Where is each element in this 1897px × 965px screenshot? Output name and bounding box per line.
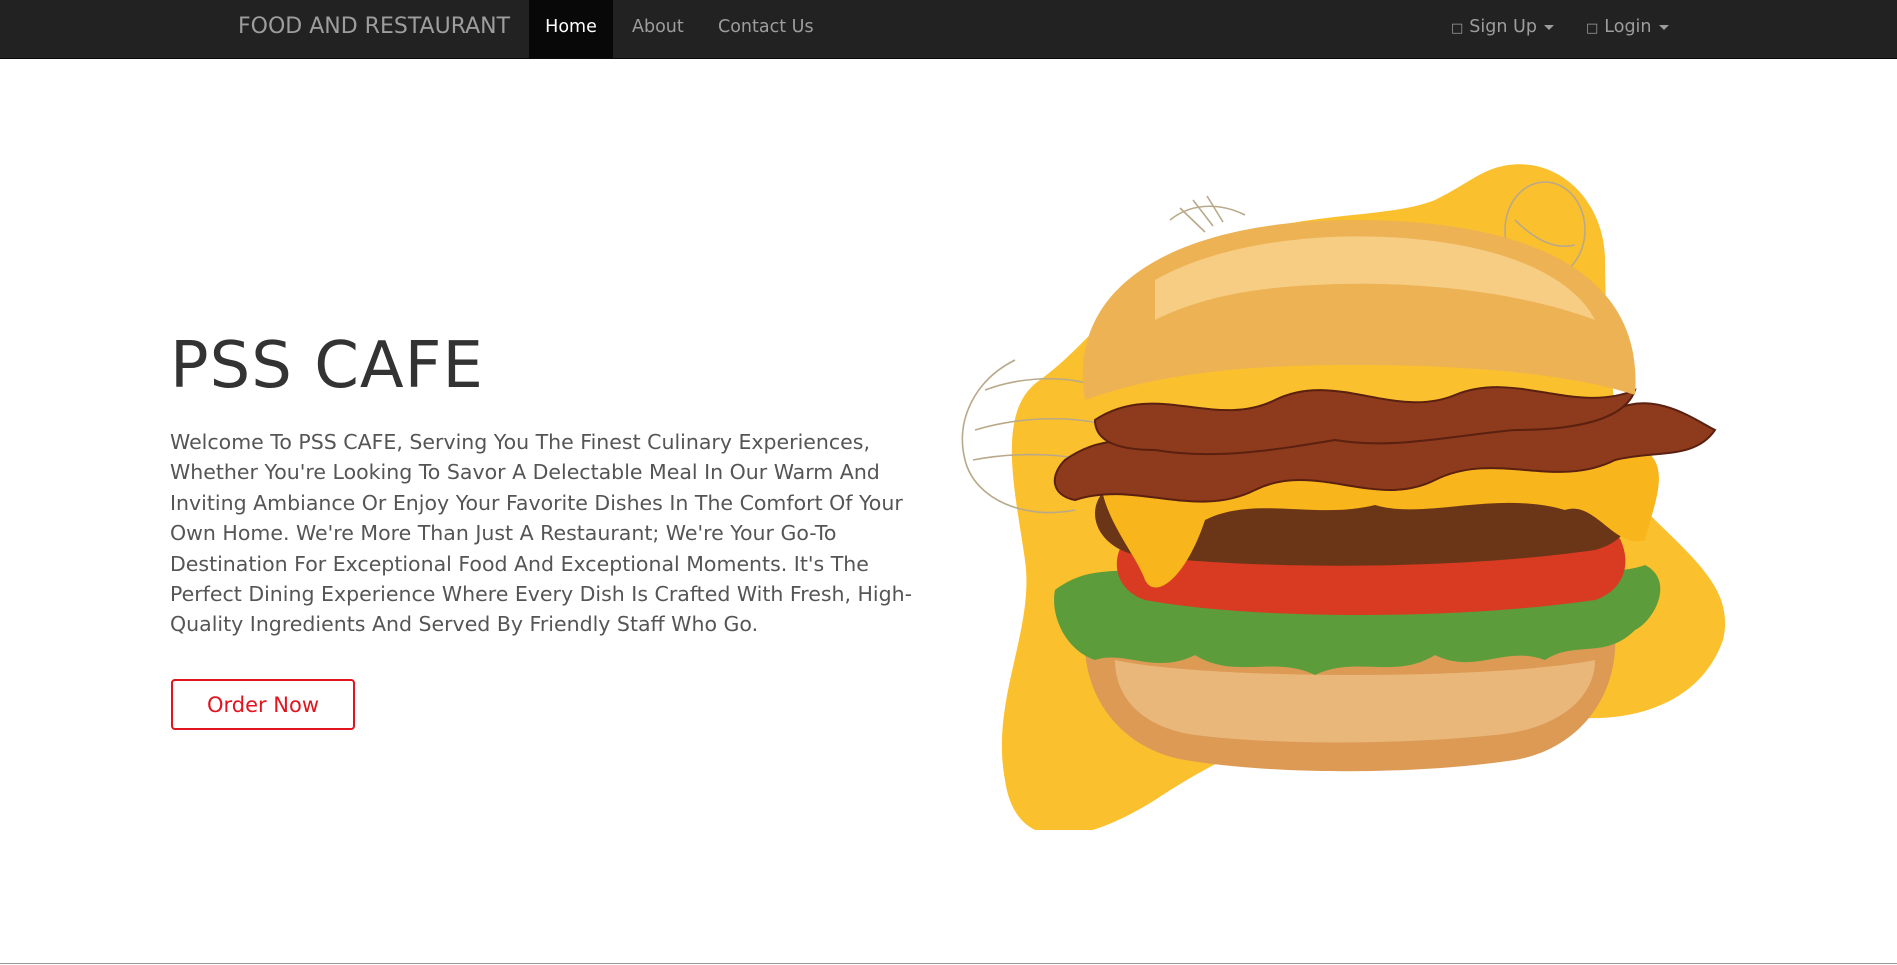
nav-home[interactable]: Home xyxy=(529,0,613,58)
page-bottom-divider xyxy=(0,963,1897,964)
login-icon: □ xyxy=(1586,21,1599,36)
hero-description: Welcome To PSS CAFE, Serving You The Fin… xyxy=(170,430,913,637)
nav-contact-us[interactable]: Contact Us xyxy=(718,0,814,58)
signup-dropdown[interactable]: □ Sign Up xyxy=(1451,0,1554,58)
user-icon: □ xyxy=(1451,21,1464,36)
nav-about[interactable]: About xyxy=(632,0,684,58)
login-dropdown[interactable]: □ Login xyxy=(1586,0,1669,58)
login-label: Login xyxy=(1604,17,1652,37)
top-navbar: FOOD AND RESTAURANT Home About Contact U… xyxy=(0,0,1897,59)
burger-image xyxy=(961,164,1726,830)
order-now-button[interactable]: Order Now xyxy=(171,679,355,730)
chevron-down-icon xyxy=(1543,24,1554,30)
signup-label: Sign Up xyxy=(1469,17,1537,37)
hero-title: PSS CAFE xyxy=(170,329,484,403)
chevron-down-icon xyxy=(1658,24,1669,30)
brand-link[interactable]: FOOD AND RESTAURANT xyxy=(238,0,510,58)
